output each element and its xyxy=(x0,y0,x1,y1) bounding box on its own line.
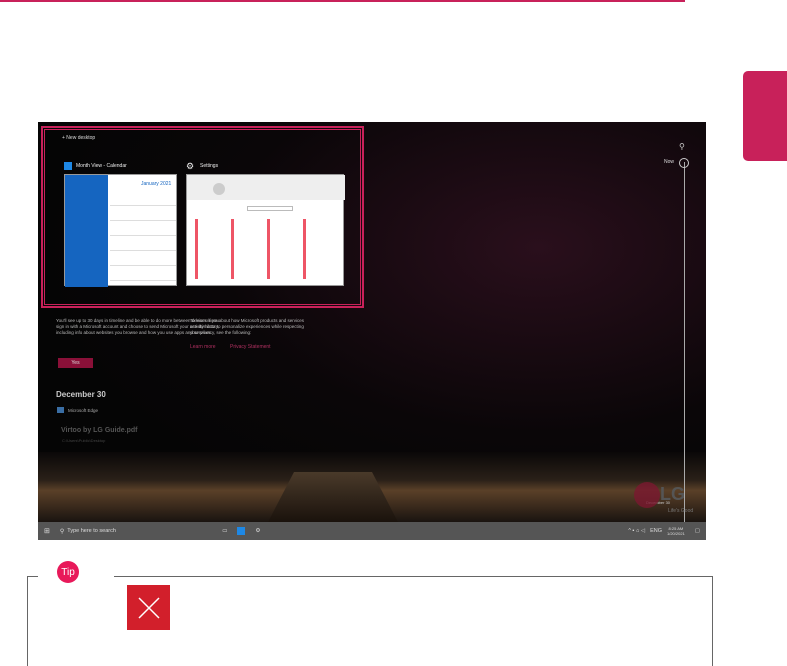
settings-taskbar-icon[interactable]: ⚙ xyxy=(255,528,260,534)
calendar-sidebar xyxy=(65,175,108,287)
lg-logo-text: LG xyxy=(660,484,685,504)
timeline-scrollbar[interactable] xyxy=(684,162,685,522)
settings-window-thumbnail[interactable] xyxy=(186,174,345,286)
privacy-right-text: To learn more about how Microsoft produc… xyxy=(190,318,305,335)
header-rule xyxy=(0,0,685,2)
settings-window-title: Settings xyxy=(200,163,219,169)
language[interactable]: ENG xyxy=(650,528,662,534)
gear-icon: ⚙ xyxy=(186,161,195,171)
timeline-screenshot: + New desktop Month View - Calendar ⚙ Se… xyxy=(38,122,706,540)
timeline-knob[interactable] xyxy=(679,158,689,168)
settings-search xyxy=(247,206,293,211)
yes-button[interactable]: Yes xyxy=(58,358,93,368)
lg-logo xyxy=(634,482,660,508)
new-desktop-button[interactable]: + New desktop xyxy=(62,135,95,141)
calendar-month: January 2021 xyxy=(141,181,172,187)
app-label: Microsoft Edge xyxy=(68,408,99,413)
notification-icon[interactable]: ▢ xyxy=(695,528,700,534)
task-view-icon[interactable]: ▭ xyxy=(222,528,227,534)
learn-more-link[interactable]: Learn more xyxy=(190,344,216,350)
date-heading: December 30 xyxy=(56,390,106,399)
edge-icon xyxy=(57,407,64,413)
tray-icons[interactable]: ^ ▪ ⌂ ◁ xyxy=(628,528,645,534)
activity-path: C:\Users\Public\Desktop xyxy=(62,438,106,443)
close-icon xyxy=(127,585,170,630)
start-icon[interactable]: ⊞ xyxy=(44,527,50,535)
taskbar: ⊞ ⚲ Type here to search ▭ ⚙ ^ ▪ ⌂ ◁ ENG … xyxy=(38,522,706,540)
search-icon: ⚲ xyxy=(59,528,65,535)
activity-title[interactable]: Virtoo by LG Guide.pdf xyxy=(61,427,137,434)
calendar-window-title: Month View - Calendar xyxy=(76,163,127,169)
privacy-statement-link[interactable]: Privacy Statement xyxy=(230,344,271,350)
calendar-grid xyxy=(110,191,176,285)
date: 1/20/2021 xyxy=(667,531,685,536)
chapter-tab xyxy=(743,71,787,161)
taskbar-search-input[interactable]: Type here to search xyxy=(67,528,187,534)
calendar-window-thumbnail[interactable]: January 2021 xyxy=(64,174,177,287)
settings-category-icons xyxy=(193,219,339,279)
now-label: Now xyxy=(664,159,675,165)
clock[interactable]: 8:25 AM 1/20/2021 xyxy=(667,526,685,536)
lg-tagline: Life's Good xyxy=(668,508,694,514)
settings-banner xyxy=(187,175,345,200)
search-icon[interactable]: ⚲ xyxy=(679,142,685,151)
calendar-taskbar-icon[interactable] xyxy=(237,527,246,535)
avatar xyxy=(213,183,225,195)
tip-badge: Tip xyxy=(57,561,79,583)
calendar-icon xyxy=(64,162,72,170)
